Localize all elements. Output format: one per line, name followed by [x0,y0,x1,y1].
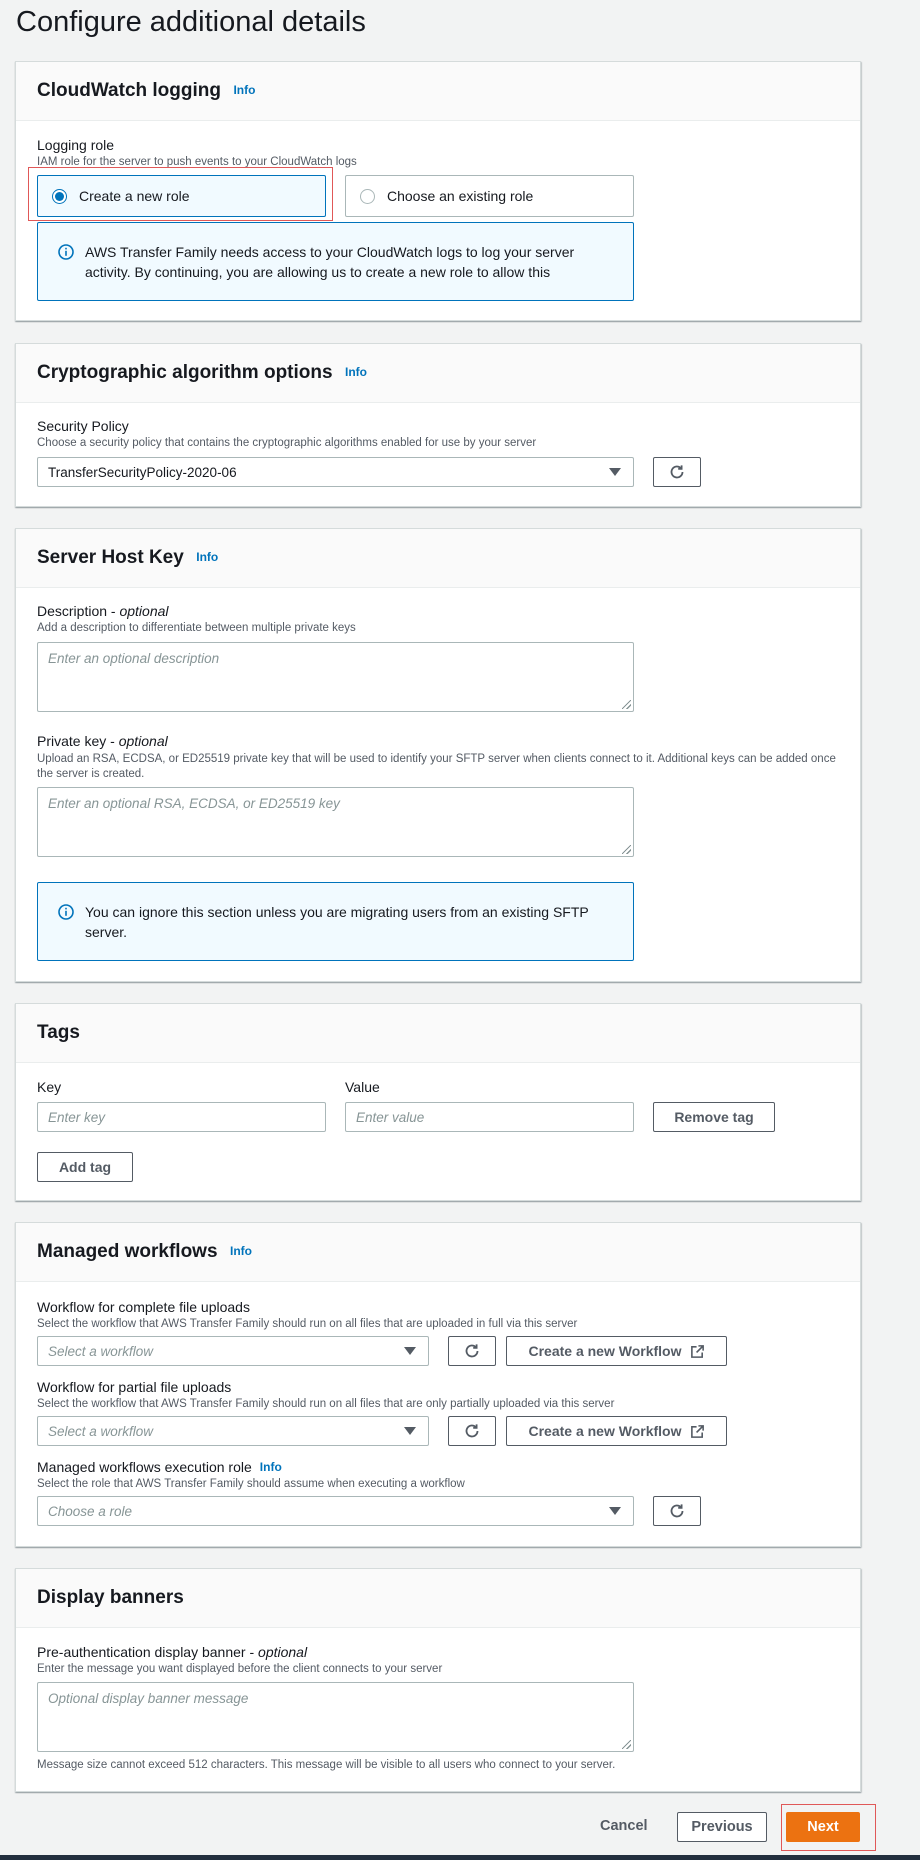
panel-title: Display banners [37,1587,184,1608]
description-help: Add a description to differentiate betwe… [37,622,356,634]
execution-role-help: Select the role that AWS Transfer Family… [37,1478,465,1490]
refresh-button[interactable] [653,1496,701,1526]
execution-role-label: Managed workflows execution role Info [37,1459,282,1475]
info-alert: You can ignore this section unless you a… [37,882,634,961]
bottom-bar [0,1855,920,1860]
panel-title: CloudWatch logging [37,80,221,101]
pre-auth-banner-label: Pre-authentication display banner - opti… [37,1644,308,1660]
refresh-icon [670,1504,684,1518]
resize-handle-icon[interactable] [622,1740,631,1749]
refresh-button[interactable] [448,1336,496,1366]
button-label: Create a new Workflow [528,1423,682,1439]
placeholder: Optional display banner message [48,1691,249,1706]
complete-workflow-label: Workflow for complete file uploads [37,1299,250,1315]
remove-tag-button[interactable]: Remove tag [653,1102,775,1132]
private-key-label: Private key - optional [37,733,168,749]
panel-title: Managed workflows [37,1241,218,1262]
security-policy-description: Choose a security policy that contains t… [37,437,537,449]
info-circle-icon [58,244,74,260]
logging-role-label: Logging role [37,137,115,153]
panel-header: Server Host Key Info [16,529,860,588]
display-banners-panel: Display banners Pre-authentication displ… [15,1568,861,1792]
partial-workflow-select[interactable]: Select a workflow [37,1416,429,1446]
radio-label: Choose an existing role [387,188,534,204]
panel-title: Cryptographic algorithm options [37,362,333,383]
info-link[interactable]: Info [260,1460,282,1474]
pre-auth-banner-textarea[interactable]: Optional display banner message [37,1682,634,1752]
placeholder: Enter value [356,1109,425,1125]
placeholder: Select a workflow [48,1343,154,1359]
panel-title: Tags [37,1022,80,1043]
description-label: Description - optional [37,603,169,619]
button-label: Create a new Workflow [528,1343,682,1359]
placeholder: Enter an optional description [48,651,220,666]
private-key-textarea[interactable]: Enter an optional RSA, ECDSA, or ED25519… [37,787,634,857]
info-link[interactable]: Info [196,550,218,564]
placeholder: Enter an optional RSA, ECDSA, or ED25519… [48,796,340,811]
placeholder: Enter key [48,1109,106,1125]
tags-panel: Tags Key Value Enter key Enter value Rem… [15,1003,861,1201]
refresh-icon [465,1344,479,1358]
previous-button[interactable]: Previous [677,1812,767,1842]
alert-text: AWS Transfer Family needs access to your… [85,244,575,280]
panel-header: CloudWatch logging Info [16,62,860,121]
radio-unselected-icon [360,188,375,204]
caret-down-icon [404,1347,416,1355]
create-workflow-button[interactable]: Create a new Workflow [506,1416,727,1446]
resize-handle-icon[interactable] [622,845,631,854]
tag-key-label: Key [37,1079,62,1095]
info-alert: AWS Transfer Family needs access to your… [37,222,634,301]
security-policy-select[interactable]: TransferSecurityPolicy-2020-06 [37,457,634,487]
execution-role-select[interactable]: Choose a role [37,1496,634,1526]
partial-workflow-help: Select the workflow that AWS Transfer Fa… [37,1398,615,1410]
refresh-icon [465,1424,479,1438]
info-circle-icon [58,904,74,920]
highlight-box [781,1804,876,1851]
banner-constraint-text: Message size cannot exceed 512 character… [37,1759,616,1771]
caret-down-icon [404,1427,416,1435]
panel-header: Managed workflows Info [16,1223,860,1282]
resize-handle-icon[interactable] [622,700,631,709]
placeholder: Select a workflow [48,1423,154,1439]
refresh-icon [670,465,684,479]
pre-auth-banner-help: Enter the message you want displayed bef… [37,1663,443,1675]
complete-workflow-select[interactable]: Select a workflow [37,1336,429,1366]
panel-title: Server Host Key [37,547,184,568]
panel-header: Display banners [16,1569,860,1628]
highlight-box [28,167,333,221]
refresh-button[interactable] [653,457,701,487]
alert-text: You can ignore this section unless you a… [85,904,589,940]
cloudwatch-logging-panel: CloudWatch logging Info Logging role IAM… [15,61,861,321]
caret-down-icon [609,468,621,476]
crypto-options-panel: Cryptographic algorithm options Info Sec… [15,343,861,507]
info-link[interactable]: Info [345,365,367,379]
create-workflow-button[interactable]: Create a new Workflow [506,1336,727,1366]
select-value: TransferSecurityPolicy-2020-06 [48,464,237,480]
security-policy-label: Security Policy [37,418,129,434]
panel-header: Tags [16,1004,860,1063]
refresh-button[interactable] [448,1416,496,1446]
description-textarea[interactable]: Enter an optional description [37,642,634,712]
caret-down-icon [609,1507,621,1515]
cancel-button[interactable]: Cancel [600,1818,648,1834]
info-link[interactable]: Info [233,83,255,97]
placeholder: Choose a role [48,1503,133,1519]
page-title: Configure additional details [16,6,366,38]
add-tag-button[interactable]: Add tag [37,1152,133,1182]
private-key-help: Upload an RSA, ECDSA, or ED25519 private… [37,753,836,780]
complete-workflow-help: Select the workflow that AWS Transfer Fa… [37,1318,578,1330]
partial-workflow-label: Workflow for partial file uploads [37,1379,232,1395]
info-link[interactable]: Info [230,1244,252,1258]
managed-workflows-panel: Managed workflows Info Workflow for comp… [15,1222,861,1547]
tag-value-label: Value [345,1079,380,1095]
tag-value-input[interactable]: Enter value [345,1102,634,1132]
server-host-key-panel: Server Host Key Info Description - optio… [15,528,861,982]
panel-header: Cryptographic algorithm options Info [16,344,860,403]
external-link-icon [690,1424,704,1438]
external-link-icon [690,1344,704,1358]
radio-choose-existing-role[interactable]: Choose an existing role [345,175,634,217]
tag-key-input[interactable]: Enter key [37,1102,326,1132]
